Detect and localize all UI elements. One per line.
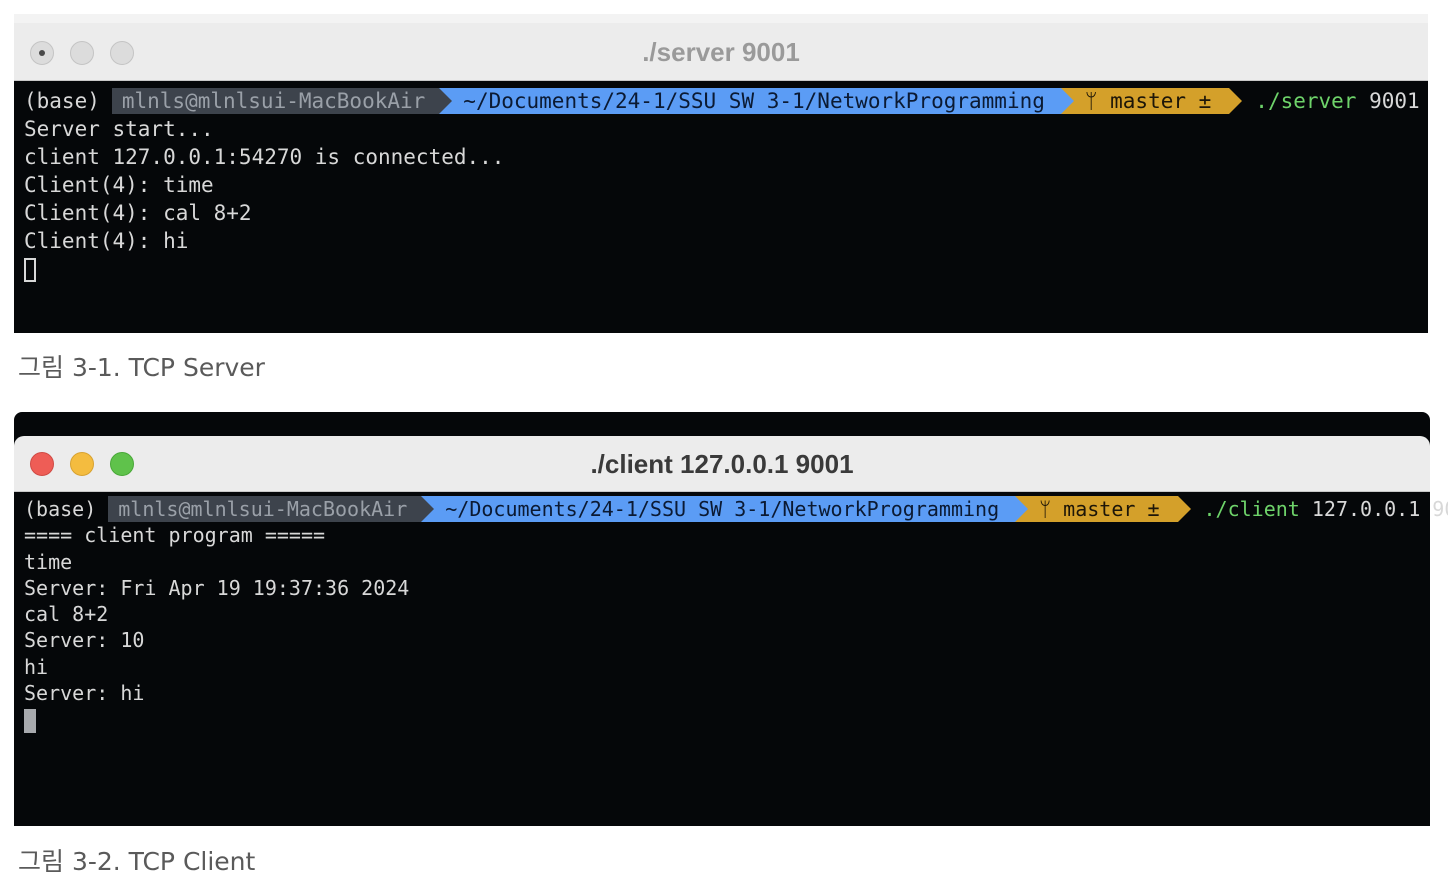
output-line: Client(4): time [24, 173, 214, 197]
prompt-command-args: 127.0.0.1 9001 [1311, 497, 1448, 521]
shell-prompt: (base) mlnls@mlnlsui-MacBookAir ~/Docume… [24, 87, 1428, 115]
server-terminal-window[interactable]: ./server 9001 (base) mlnls@mlnlsui-MacBo… [14, 23, 1428, 333]
server-titlebar[interactable]: ./server 9001 [14, 23, 1428, 81]
window-shadow-top [14, 14, 1428, 23]
output-line: time [24, 549, 73, 574]
terminal-cursor [24, 258, 36, 282]
prompt-user-segment: mlnls@mlnlsui-MacBookAir [111, 88, 453, 114]
git-branch-label: master ± [1063, 497, 1160, 522]
output-line: Server: 10 [24, 628, 145, 653]
server-terminal-content[interactable]: (base) mlnls@mlnlsui-MacBookAir ~/Docume… [14, 87, 1428, 333]
prompt-path-segment: ~/Documents/24-1/SSU SW 3-1/NetworkProgr… [421, 496, 1029, 523]
output-line: hi [24, 654, 49, 679]
client-terminal-content[interactable]: (base) mlnls@mlnlsui-MacBookAir ~/Docume… [14, 496, 1448, 826]
output-line: ==== client program ===== [24, 523, 326, 548]
git-branch-label: master ± [1110, 89, 1212, 113]
prompt-user-segment: mlnls@mlnlsui-MacBookAir [108, 496, 435, 523]
output-line: Server: hi [24, 681, 145, 706]
prompt-git-segment: ᛘ master ± [1015, 496, 1191, 523]
prompt-path-segment: ~/Documents/24-1/SSU SW 3-1/NetworkProgr… [439, 88, 1074, 114]
shell-prompt: (base) mlnls@mlnlsui-MacBookAir ~/Docume… [24, 496, 1448, 523]
client-figure-caption: 그림 3-2. TCP Client [18, 847, 256, 876]
output-line: Server: Fri Apr 19 19:37:36 2024 [24, 575, 410, 600]
output-line: client 127.0.0.1:54270 is connected... [24, 145, 505, 169]
prompt-command-args: 9001 [1369, 89, 1420, 113]
prompt-command: ./client [1203, 497, 1300, 521]
cursor-line [24, 706, 1430, 733]
terminal-cursor [24, 708, 36, 733]
server-figure-caption: 그림 3-1. TCP Server [18, 353, 265, 382]
conda-env: (base) [24, 89, 100, 113]
prompt-git-segment: ᛘ master ± [1060, 88, 1243, 114]
output-line: Server start... [24, 117, 214, 141]
git-branch-icon: ᛘ [1039, 497, 1064, 522]
git-branch-icon: ᛘ [1084, 89, 1111, 113]
prompt-command: ./server [1255, 89, 1357, 113]
output-line: cal 8+2 [24, 602, 109, 627]
conda-env: (base) [24, 497, 97, 522]
client-titlebar[interactable]: ./client 127.0.0.1 9001 [14, 436, 1430, 492]
window-title: ./client 127.0.0.1 9001 [590, 449, 854, 479]
cursor-line [24, 255, 1428, 283]
output-line: Client(4): cal 8+2 [24, 201, 252, 225]
output-line: Client(4): hi [24, 229, 189, 253]
window-title: ./server 9001 [642, 37, 800, 67]
client-terminal-window[interactable]: ./client 127.0.0.1 9001 (base) mlnls@mln… [14, 436, 1448, 826]
